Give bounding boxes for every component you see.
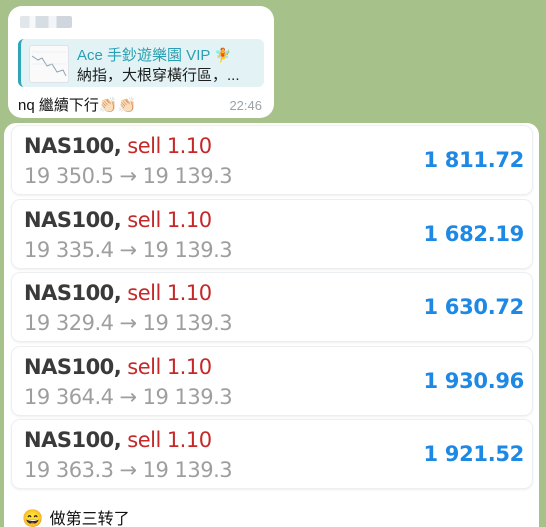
trade-prices: 19 335.4 → 19 139.3 [24, 238, 233, 262]
trade-separator: , [113, 355, 122, 379]
trade-open-price: 19 350.5 [24, 164, 114, 188]
arrow-right-icon: → [119, 385, 138, 409]
trade-open-price: 19 364.4 [24, 385, 114, 409]
trade-title: NAS100, sell 1.10 [24, 428, 212, 452]
trade-side: sell [127, 134, 161, 158]
grinning-face-icon: 😄 [22, 509, 44, 527]
trade-symbol: NAS100 [24, 355, 114, 379]
trade-title: NAS100, sell 1.10 [24, 208, 212, 232]
trade-close-price: 19 139.3 [142, 238, 233, 262]
trade-close-price: 19 139.3 [142, 385, 233, 409]
trade-row[interactable]: NAS100, sell 1.10 19 364.4 → 19 139.3 1 930.96 [12, 347, 532, 415]
trade-profit: 1 921.52 [423, 442, 524, 466]
trade-side: sell [127, 355, 161, 379]
trade-symbol: NAS100 [24, 281, 114, 305]
trade-volume: 1.10 [166, 281, 212, 305]
trade-side: sell [127, 281, 161, 305]
reply-preview[interactable]: Ace 手鈔遊樂園 VIP 🧚 納指，大根穿橫行區，... [18, 39, 264, 87]
trade-symbol: NAS100 [24, 428, 114, 452]
footer-message-text: 做第三转了 [49, 511, 130, 527]
arrow-right-icon: → [119, 164, 138, 188]
chart-thumbnail-icon [31, 51, 67, 77]
reply-thumbnail [29, 45, 69, 83]
arrow-right-icon: → [119, 238, 138, 262]
trade-prices: 19 364.4 → 19 139.3 [24, 385, 233, 409]
reply-title: Ace 手鈔遊樂園 VIP 🧚 [77, 44, 232, 65]
trade-open-price: 19 335.4 [24, 238, 114, 262]
trade-prices: 19 350.5 → 19 139.3 [24, 164, 233, 188]
trade-close-price: 19 139.3 [142, 164, 233, 188]
trade-open-price: 19 363.3 [24, 458, 114, 482]
trade-volume: 1.10 [166, 428, 212, 452]
chat-message-bubble[interactable]: Ace 手鈔遊樂園 VIP 🧚 納指，大根穿橫行區，... nq 繼續下行👏🏻👏… [8, 6, 274, 118]
trade-title: NAS100, sell 1.10 [24, 134, 212, 158]
trade-symbol: NAS100 [24, 208, 114, 232]
message-time: 22:46 [229, 98, 262, 113]
message-text: nq 繼續下行👏🏻👏🏻 [18, 97, 137, 114]
arrow-right-icon: → [119, 311, 138, 335]
trade-prices: 19 329.4 → 19 139.3 [24, 311, 233, 335]
trade-volume: 1.10 [166, 355, 212, 379]
reply-snippet: 納指，大根穿橫行區，... [77, 67, 240, 84]
trade-open-price: 19 329.4 [24, 311, 114, 335]
arrow-right-icon: → [119, 458, 138, 482]
trade-close-price: 19 139.3 [142, 458, 233, 482]
trade-row[interactable]: NAS100, sell 1.10 19 350.5 → 19 139.3 1 811.72 [12, 126, 532, 194]
trade-profit: 1 630.72 [423, 295, 524, 319]
trade-title: NAS100, sell 1.10 [24, 281, 212, 305]
footer-message: 😄 做第三转了 [22, 505, 130, 527]
trade-separator: , [113, 208, 122, 232]
trade-profit: 1 682.19 [423, 222, 524, 246]
trade-title: NAS100, sell 1.10 [24, 355, 212, 379]
sender-name-blurred [20, 16, 72, 28]
reply-title-text: Ace 手鈔遊樂園 VIP [77, 47, 211, 64]
trade-row[interactable]: NAS100, sell 1.10 19 335.4 → 19 139.3 1 682.19 [12, 200, 532, 268]
trade-side: sell [127, 208, 161, 232]
trade-separator: , [113, 134, 122, 158]
fairy-emoji-icon: 🧚 [214, 47, 232, 63]
trade-row[interactable]: NAS100, sell 1.10 19 329.4 → 19 139.3 1 630.72 [12, 273, 532, 341]
trade-side: sell [127, 428, 161, 452]
trade-volume: 1.10 [166, 208, 212, 232]
trade-separator: , [113, 281, 122, 305]
trade-close-price: 19 139.3 [142, 311, 233, 335]
trade-profit: 1 930.96 [423, 369, 524, 393]
trade-volume: 1.10 [166, 134, 212, 158]
trade-separator: , [113, 428, 122, 452]
trade-symbol: NAS100 [24, 134, 114, 158]
trade-prices: 19 363.3 → 19 139.3 [24, 458, 233, 482]
trade-row[interactable]: NAS100, sell 1.10 19 363.3 → 19 139.3 1 921.52 [12, 420, 532, 488]
trade-results-panel: NAS100, sell 1.10 19 350.5 → 19 139.3 1 811.72… [4, 123, 539, 527]
trade-profit: 1 811.72 [423, 148, 524, 172]
